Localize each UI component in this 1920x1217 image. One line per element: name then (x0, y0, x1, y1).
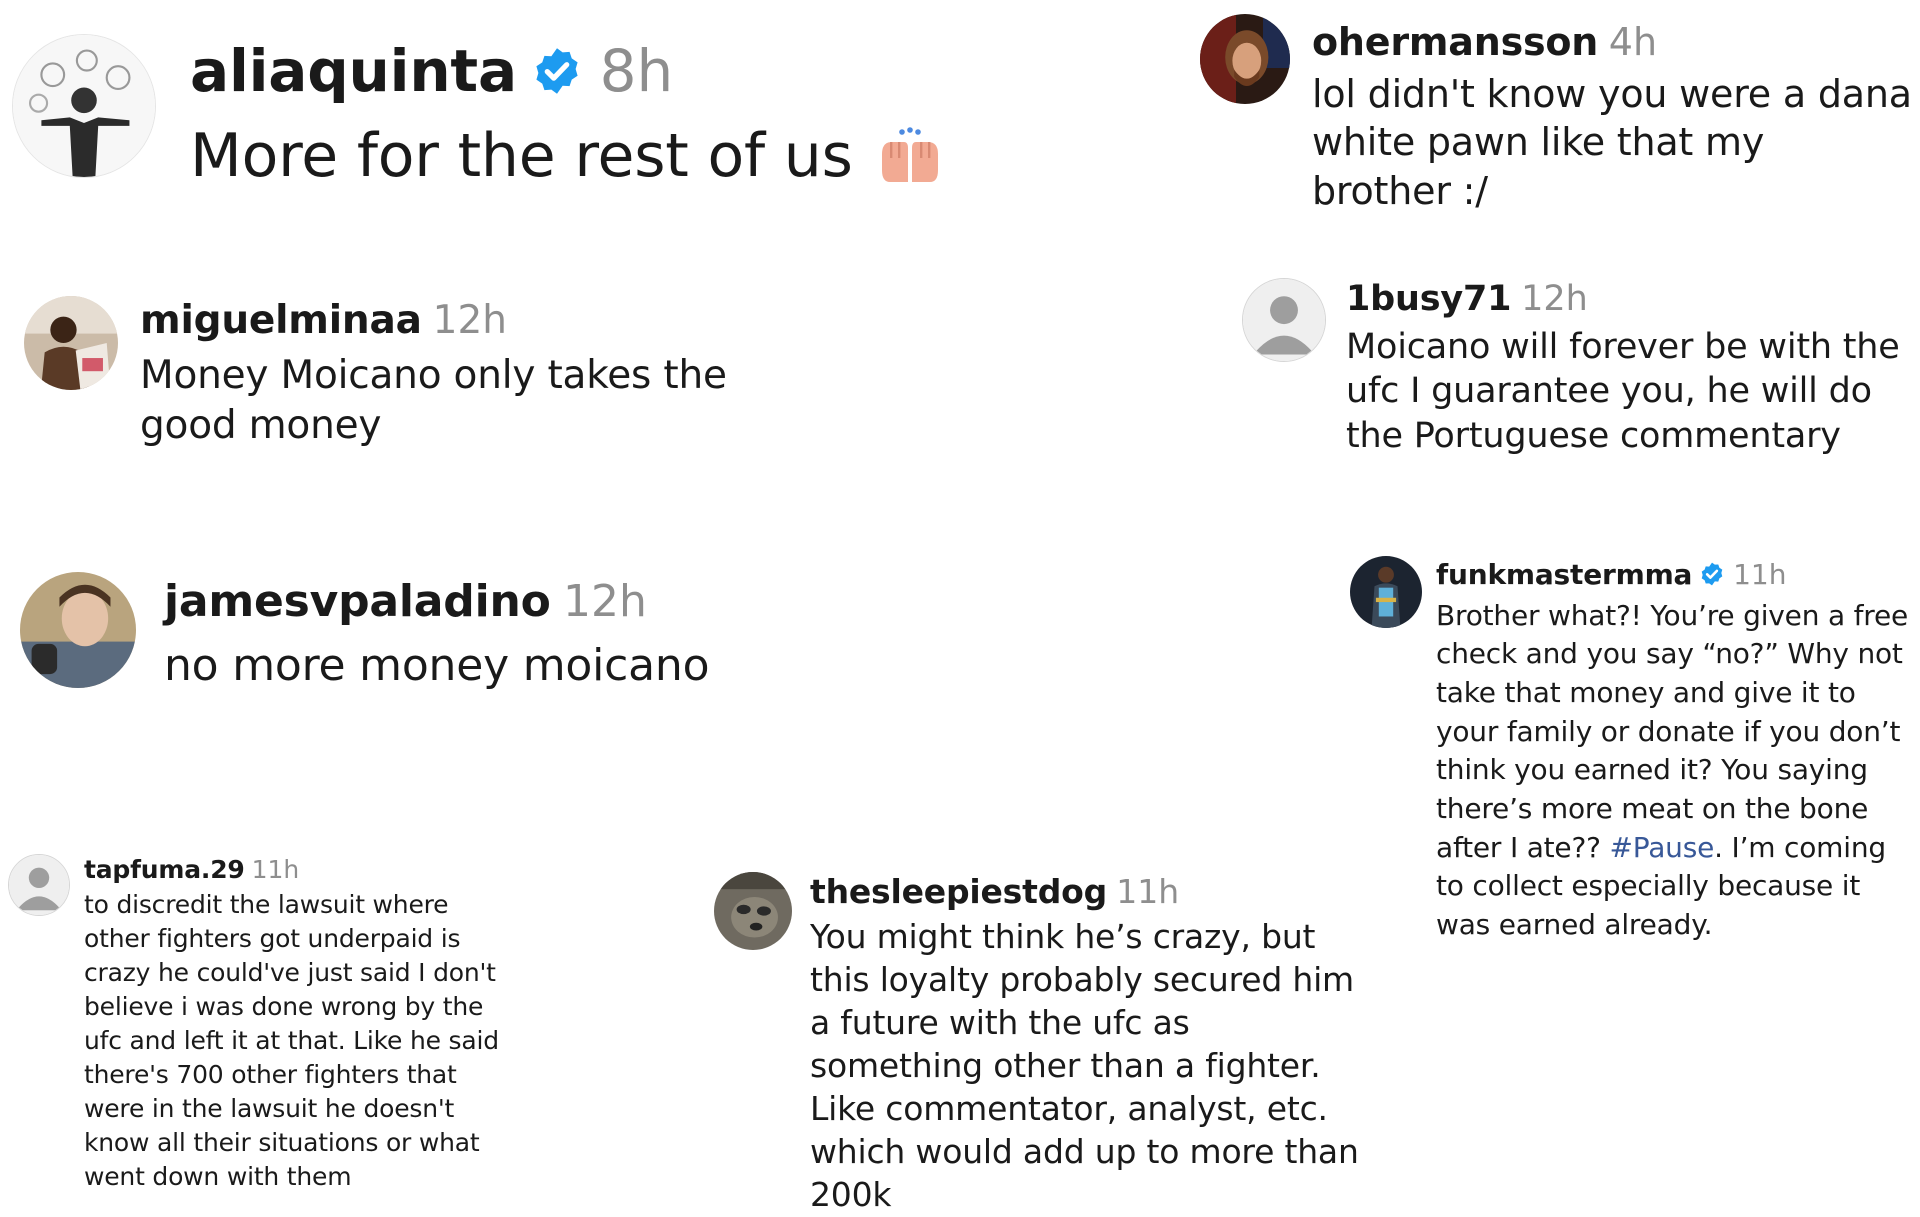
comment-text: lol didn't know you were a dana white pa… (1312, 71, 1912, 214)
avatar[interactable] (1242, 278, 1326, 362)
avatar[interactable] (12, 34, 156, 178)
hashtag-link[interactable]: #Pause (1610, 831, 1715, 864)
comment-text: Moicano will forever be with the ufc I g… (1346, 326, 1900, 457)
avatar[interactable] (24, 296, 118, 390)
comment-text: to discredit the lawsuit where other fig… (84, 889, 499, 1191)
timestamp: 12h (1521, 279, 1588, 319)
avatar[interactable] (1350, 556, 1422, 628)
verified-badge-icon (1699, 561, 1725, 587)
comment-text: You might think he’s crazy, but this loy… (810, 917, 1359, 1214)
avatar[interactable] (8, 854, 70, 916)
timestamp: 12h (562, 576, 647, 627)
timestamp: 8h (599, 37, 674, 105)
avatar[interactable] (1200, 14, 1290, 104)
comment-text: Money Moicano only takes the good money (140, 352, 727, 448)
username[interactable]: miguelminaa (140, 298, 422, 343)
avatar[interactable] (714, 872, 792, 950)
verified-badge-icon (531, 45, 583, 97)
username[interactable]: thesleepiestdog (810, 872, 1107, 911)
comment-text: no more money moicano (164, 640, 710, 692)
username[interactable]: 1busy71 (1346, 279, 1511, 319)
comment-text: Brother what?! You’re given a free check… (1436, 598, 1909, 864)
timestamp: 11h (251, 855, 300, 884)
username[interactable]: aliaquinta (190, 37, 517, 105)
timestamp: 11h (1116, 872, 1180, 911)
username[interactable]: funkmastermma (1436, 558, 1692, 591)
comment-text: More for the rest of us (190, 120, 853, 191)
username[interactable]: tapfuma.29 (84, 855, 245, 884)
username[interactable]: jamesvpaladino (164, 576, 551, 627)
avatar[interactable] (20, 572, 136, 688)
timestamp: 4h (1608, 20, 1658, 64)
username[interactable]: ohermansson (1312, 20, 1598, 64)
timestamp: 12h (432, 298, 507, 343)
timestamp: 11h (1733, 558, 1787, 591)
raised-hands-icon (874, 125, 946, 187)
